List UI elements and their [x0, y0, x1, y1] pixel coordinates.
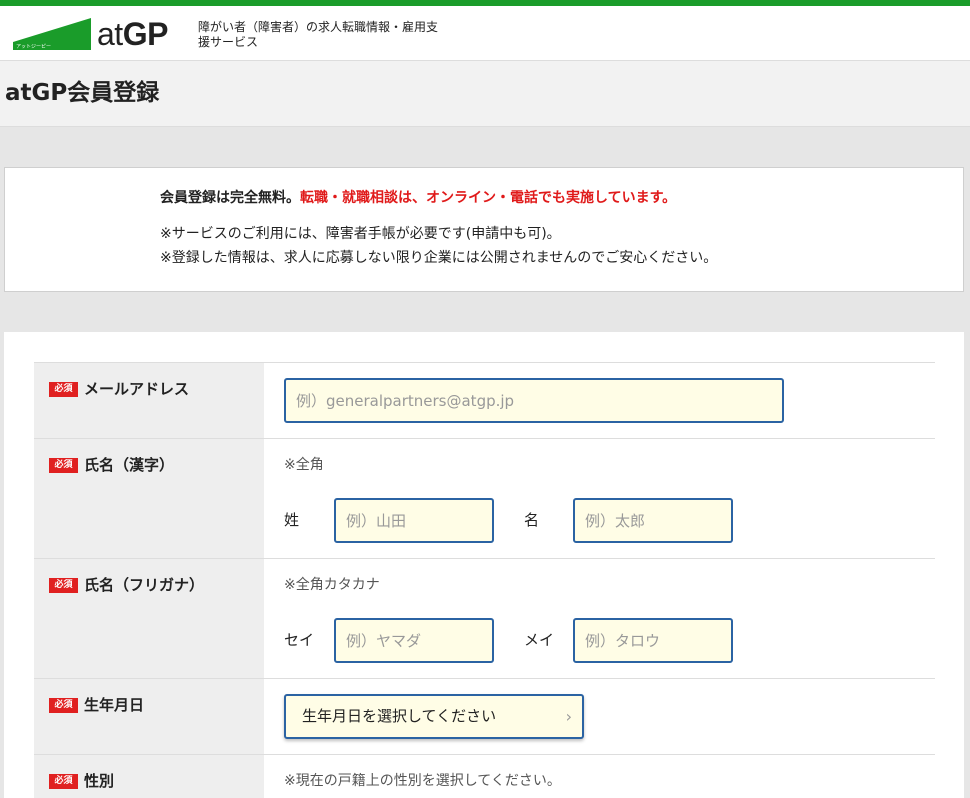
gender-label: 性別: [84, 772, 115, 790]
notice-headline: 会員登録は完全無料。転職・就職相談は、オンライン・電話でも実施しています。: [160, 190, 677, 206]
required-badge: 必須: [49, 698, 78, 713]
form-row-name-kana: 必須 氏名（フリガナ） ※全角カタカナ セイ メイ: [34, 559, 935, 679]
last-name-kana-label: セイ: [284, 631, 315, 649]
registration-form: 必須 メールアドレス 必須 氏名（漢字） ※全角 姓 名: [4, 332, 964, 798]
birthdate-select-button[interactable]: 生年月日を選択してください ›: [284, 694, 584, 739]
email-label: メールアドレス: [84, 380, 190, 398]
page-title-bar: atGP会員登録: [0, 61, 970, 127]
birthdate-select-label: 生年月日を選択してください: [302, 707, 497, 725]
first-name-input[interactable]: [573, 498, 733, 543]
last-name-input[interactable]: [334, 498, 494, 543]
email-input[interactable]: [284, 378, 784, 423]
name-kana-label: 氏名（フリガナ）: [84, 576, 205, 594]
name-kanji-hint: ※全角: [284, 457, 324, 473]
required-badge: 必須: [49, 382, 78, 397]
first-name-kana-label: メイ: [524, 631, 555, 649]
atgp-logo-icon[interactable]: アットジーピー: [13, 18, 91, 50]
first-name-kana-input[interactable]: [573, 618, 733, 663]
form-table: 必須 メールアドレス 必須 氏名（漢字） ※全角 姓 名: [34, 362, 935, 798]
required-badge: 必須: [49, 774, 78, 789]
form-row-email: 必須 メールアドレス: [34, 363, 935, 439]
form-row-name-kanji: 必須 氏名（漢字） ※全角 姓 名: [34, 439, 935, 559]
required-badge: 必須: [49, 578, 78, 593]
form-row-birthdate: 必須 生年月日 生年月日を選択してください ›: [34, 679, 935, 755]
gender-hint: ※現在の戸籍上の性別を選択してください。: [284, 773, 561, 789]
registration-notice: 会員登録は完全無料。転職・就職相談は、オンライン・電話でも実施しています。 ※サ…: [4, 167, 964, 292]
last-name-kana-input[interactable]: [334, 618, 494, 663]
atgp-logo-text[interactable]: atGP: [97, 16, 168, 52]
site-header: アットジーピー atGP 障がい者（障害者）の求人転職情報・雇用支援サービス: [0, 6, 970, 61]
page-title: atGP会員登録: [5, 80, 160, 106]
svg-text:アットジーピー: アットジーピー: [16, 44, 51, 50]
last-name-label: 姓: [284, 511, 300, 529]
notice-handbook-note: ※サービスのご利用には、障害者手帳が必要です(申請中も可)。: [160, 226, 561, 242]
birthdate-label: 生年月日: [84, 696, 145, 714]
required-badge: 必須: [49, 458, 78, 473]
name-kana-hint: ※全角カタカナ: [284, 577, 380, 593]
site-tagline: 障がい者（障害者）の求人転職情報・雇用支援サービス: [198, 20, 439, 49]
first-name-label: 名: [524, 511, 540, 529]
chevron-right-icon: ›: [565, 707, 572, 726]
form-row-gender: 必須 性別 ※現在の戸籍上の性別を選択してください。: [34, 755, 935, 798]
notice-privacy-note: ※登録した情報は、求人に応募しない限り企業には公開されませんのでご安心ください。: [160, 250, 718, 266]
name-kanji-label: 氏名（漢字）: [84, 456, 175, 474]
